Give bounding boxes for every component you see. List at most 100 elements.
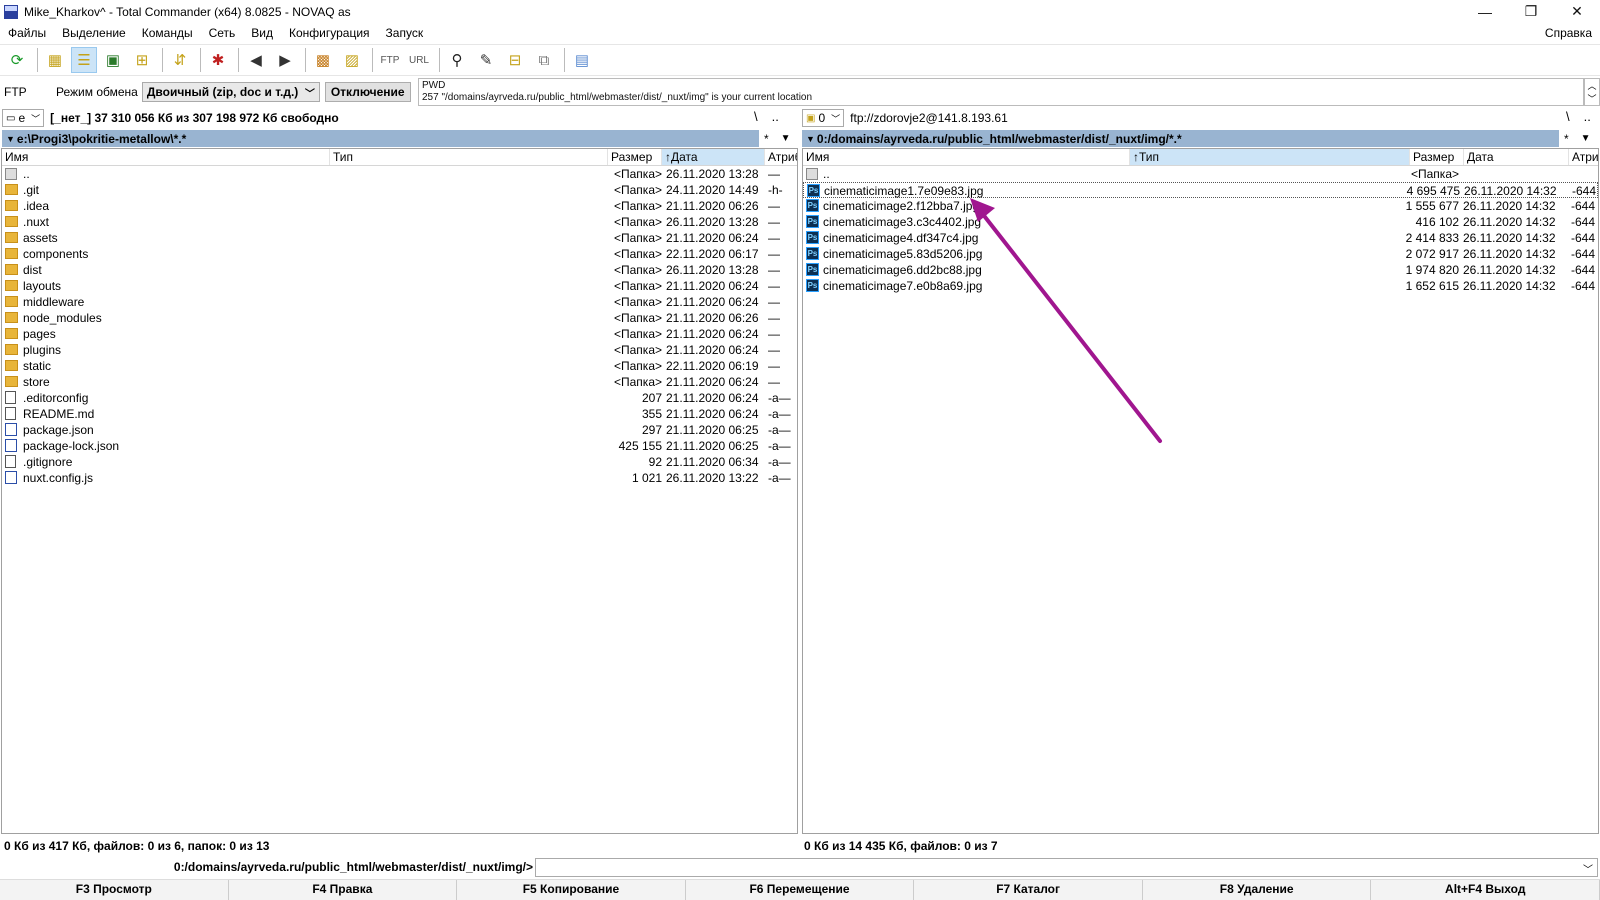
table-row[interactable]: middleware <Папка> 21.11.2020 06:24 —	[2, 294, 797, 310]
right-header-attr[interactable]: Атриб	[1569, 149, 1598, 165]
right-header-date[interactable]: Дата	[1464, 149, 1569, 165]
ftp-log-scrollbar[interactable]: ︿ ﹀	[1584, 78, 1600, 106]
table-row[interactable]: dist <Папка> 26.11.2020 13:28 —	[2, 262, 797, 278]
left-header-type[interactable]: Тип	[330, 149, 608, 165]
left-up-button[interactable]: ..	[772, 109, 779, 124]
sync-icon[interactable]: ⇵	[167, 47, 193, 73]
menu-start[interactable]: Запуск	[378, 26, 432, 40]
right-file-panel[interactable]: Имя ↑Тип Размер Дата Атриб ..<Папка>Psci…	[802, 148, 1599, 834]
left-filter[interactable]: *	[764, 132, 769, 146]
chevron-down-icon[interactable]: ﹀	[1583, 861, 1593, 876]
f3-view-button[interactable]: F3 Просмотр	[0, 880, 229, 900]
f6-move-button[interactable]: F6 Перемещение	[685, 880, 915, 900]
brief-view-icon[interactable]: ▦	[42, 47, 68, 73]
f8-delete-button[interactable]: F8 Удаление	[1142, 880, 1372, 900]
table-row[interactable]: package-lock.json 425 155 21.11.2020 06:25…	[2, 438, 797, 454]
compare-dirs-icon[interactable]: ⊟	[502, 47, 528, 73]
right-up-button[interactable]: ..	[1584, 109, 1591, 124]
restore-button[interactable]: ❐	[1508, 0, 1554, 23]
menu-selection[interactable]: Выделение	[54, 26, 134, 40]
left-header-name[interactable]: Имя	[2, 149, 330, 165]
minimize-button[interactable]: —	[1462, 0, 1508, 23]
url-connect-icon[interactable]: URL	[406, 47, 432, 73]
left-header-size[interactable]: Размер	[608, 149, 662, 165]
f5-copy-button[interactable]: F5 Копирование	[457, 880, 686, 900]
alt-f4-exit-button[interactable]: Alt+F4 Выход	[1371, 880, 1600, 900]
table-row[interactable]: .idea <Папка> 21.11.2020 06:26 —	[2, 198, 797, 214]
table-row[interactable]: Ps cinematicimage2.f12bba7.jpg 1 555 677 26…	[803, 198, 1598, 214]
full-view-icon[interactable]: ☰	[71, 47, 97, 73]
left-file-panel[interactable]: Имя Тип Размер ↑Дата Атриб .. <Папка> 26.1…	[1, 148, 798, 834]
table-row[interactable]: components <Папка> 22.11.2020 06:17 —	[2, 246, 797, 262]
table-row[interactable]: assets <Папка> 21.11.2020 06:24 —	[2, 230, 797, 246]
function-key-bar: F3 Просмотр F4 Правка F5 Копирование F6 …	[0, 879, 1600, 900]
ftp-log[interactable]: PWD 257 "/domains/ayrveda.ru/public_html…	[418, 78, 1584, 106]
close-button[interactable]: ✕	[1554, 0, 1600, 23]
right-header-name[interactable]: Имя	[803, 149, 1130, 165]
table-row[interactable]: package.json 297 21.11.2020 06:25 -a—	[2, 422, 797, 438]
menu-commands[interactable]: Команды	[134, 26, 201, 40]
table-row[interactable]: .editorconfig 207 21.11.2020 06:24 -a—	[2, 390, 797, 406]
multi-rename-icon[interactable]: ✎	[473, 47, 499, 73]
menu-files[interactable]: Файлы	[0, 26, 54, 40]
table-row[interactable]: node_modules <Папка> 21.11.2020 06:26 —	[2, 310, 797, 326]
table-row[interactable]: pages <Папка> 21.11.2020 06:24 —	[2, 326, 797, 342]
f7-mkdir-button[interactable]: F7 Каталог	[914, 880, 1143, 900]
notepad-icon[interactable]: ▤	[569, 47, 595, 73]
command-line-input[interactable]: ﹀	[535, 857, 1598, 877]
table-row[interactable]: plugins <Папка> 21.11.2020 06:24 —	[2, 342, 797, 358]
table-row[interactable]: .nuxt <Папка> 26.11.2020 13:28 —	[2, 214, 797, 230]
table-row[interactable]: Ps cinematicimage5.83d5206.jpg 2 072 917 26…	[803, 246, 1598, 262]
table-row[interactable]: README.md 355 21.11.2020 06:24 -a—	[2, 406, 797, 422]
table-row[interactable]: Ps cinematicimage1.7e09e83.jpg 4 695 475 26…	[803, 182, 1598, 198]
right-drive-select[interactable]: ▣ 0 ﹀	[802, 109, 845, 127]
right-filter[interactable]: *	[1564, 132, 1569, 146]
sync-dirs-icon[interactable]: ⧉	[531, 47, 557, 73]
table-row[interactable]: layouts <Папка> 21.11.2020 06:24 —	[2, 278, 797, 294]
refresh-icon[interactable]: ⟳	[4, 47, 30, 73]
forward-icon[interactable]: ▶	[272, 47, 298, 73]
file-date	[1463, 166, 1571, 182]
table-row[interactable]: Ps cinematicimage3.c3c4402.jpg 416 102 26.1…	[803, 214, 1598, 230]
right-history-button[interactable]: ▼	[1581, 133, 1591, 144]
right-path-bar[interactable]: ▼ 0:/domains/ayrveda.ru/public_html/webm…	[802, 130, 1559, 147]
table-row[interactable]: Ps cinematicimage6.dd2bc88.jpg 1 974 820 26…	[803, 262, 1598, 278]
left-header-attr[interactable]: Атриб	[765, 149, 797, 165]
table-row[interactable]: Ps cinematicimage4.df347c4.jpg 2 414 833 26…	[803, 230, 1598, 246]
thumbnails-icon[interactable]: ▣	[100, 47, 126, 73]
back-icon[interactable]: ◀	[243, 47, 269, 73]
ftp-connect-icon[interactable]: FTP	[377, 47, 403, 73]
left-header-date[interactable]: ↑Дата	[662, 149, 765, 165]
file-attr: —	[768, 279, 780, 293]
f4-edit-button[interactable]: F4 Правка	[228, 880, 458, 900]
right-header-type[interactable]: ↑Тип	[1130, 149, 1410, 165]
chevron-down-icon[interactable]: ﹀	[1587, 92, 1596, 105]
menu-network[interactable]: Сеть	[201, 26, 244, 40]
menu-help[interactable]: Справка	[1545, 26, 1592, 40]
unpack-files-icon[interactable]: ▨	[339, 47, 365, 73]
pack-files-icon[interactable]: ▩	[310, 47, 336, 73]
left-path-bar[interactable]: ▼ e:\Progi3\pokritie-metallow\*.*	[2, 130, 759, 147]
file-name: .gitignore	[23, 455, 73, 469]
disconnect-button[interactable]: Отключение	[324, 82, 411, 102]
table-row[interactable]: .git <Папка> 24.11.2020 14:49 -h-	[2, 182, 797, 198]
left-history-button[interactable]: ▼	[781, 133, 791, 144]
menu-view[interactable]: Вид	[243, 26, 281, 40]
tree-icon[interactable]: ⊞	[129, 47, 155, 73]
table-row[interactable]: store <Папка> 21.11.2020 06:24 —	[2, 374, 797, 390]
pack-icon[interactable]: ✱	[205, 47, 231, 73]
right-header-size[interactable]: Размер	[1410, 149, 1464, 165]
menu-configuration[interactable]: Конфигурация	[281, 26, 378, 40]
table-row[interactable]: static <Папка> 22.11.2020 06:19 —	[2, 358, 797, 374]
table-row[interactable]: nuxt.config.js 1 021 26.11.2020 13:22 -a—	[2, 470, 797, 486]
left-root-button[interactable]: \	[754, 109, 758, 124]
table-row[interactable]: Ps cinematicimage7.e0b8a69.jpg 1 652 615 26…	[803, 278, 1598, 294]
right-root-button[interactable]: \	[1566, 109, 1570, 124]
transfer-mode-select[interactable]: Двоичный (zip, doc и т.д.) ﹀	[141, 82, 320, 102]
left-drive-select[interactable]: ▭ e ﹀	[2, 109, 45, 127]
table-row[interactable]: .gitignore 92 21.11.2020 06:34 -a—	[2, 454, 797, 470]
search-icon[interactable]: ⚲	[444, 47, 470, 73]
table-row[interactable]: .. <Папка>	[803, 166, 1598, 182]
chevron-up-icon[interactable]: ︿	[1587, 79, 1596, 92]
table-row[interactable]: .. <Папка> 26.11.2020 13:28 —	[2, 166, 797, 182]
